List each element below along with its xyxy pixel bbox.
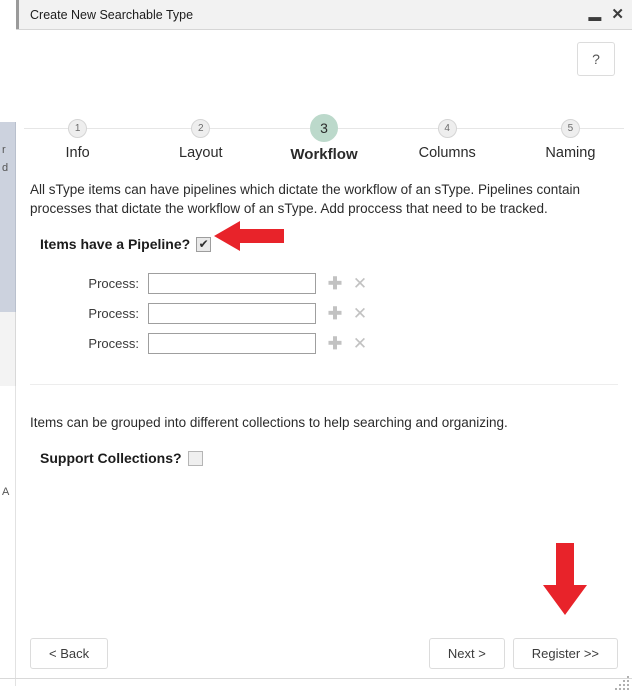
process-input[interactable]: [148, 302, 316, 324]
step-columns[interactable]: 4 Columns: [386, 106, 509, 163]
step-number-2: 2: [191, 119, 211, 138]
collections-description: Items can be grouped into different coll…: [30, 415, 508, 430]
background-ghost-text-2: d: [2, 162, 9, 174]
background-window-top: [0, 0, 16, 140]
process-input[interactable]: [148, 272, 316, 294]
dialog-title: Create New Searchable Type: [30, 7, 194, 22]
dialog-titlebar: Create New Searchable Type ▬ ✕: [16, 0, 632, 30]
step-number-3: 3: [310, 114, 338, 142]
background-ghost-text-3: A: [2, 486, 10, 498]
step-label-workflow: Workflow: [290, 146, 358, 163]
process-row: Process: ✚ ✕: [16, 300, 632, 326]
step-number-1: 1: [68, 119, 88, 138]
window-controls: ▬ ✕: [588, 0, 624, 29]
collections-checkbox-label: Support Collections?: [40, 450, 182, 466]
collections-section: Items can be grouped into different coll…: [16, 413, 632, 466]
resize-grip[interactable]: [615, 676, 629, 690]
pipeline-checkbox-label: Items have a Pipeline?: [40, 236, 191, 252]
wizard-content: All sType items can have pipelines which…: [16, 180, 632, 466]
step-number-4: 4: [437, 119, 457, 138]
pipeline-description: All sType items can have pipelines which…: [30, 182, 581, 216]
step-naming[interactable]: 5 Naming: [509, 106, 632, 163]
help-button[interactable]: ?: [577, 42, 615, 76]
step-label-columns: Columns: [418, 145, 476, 161]
step-layout[interactable]: 2 Layout: [139, 106, 262, 163]
back-button[interactable]: < Back: [30, 638, 109, 669]
step-label-naming: Naming: [545, 145, 596, 161]
step-number-5: 5: [560, 119, 580, 138]
close-icon[interactable]: ✕: [349, 335, 371, 352]
pipeline-checkbox[interactable]: ✔: [196, 236, 212, 252]
process-row: Process: ✚ ✕: [16, 270, 632, 296]
collections-checkbox[interactable]: [187, 450, 203, 466]
background-window: r d A: [0, 0, 16, 693]
background-window-panel-2: [0, 312, 16, 386]
plus-icon[interactable]: ✚: [324, 305, 346, 322]
create-searchable-type-dialog: Create New Searchable Type ▬ ✕ ? 1 Info …: [16, 0, 632, 693]
step-label-layout: Layout: [179, 145, 223, 161]
titlebar-accent: [16, 0, 19, 29]
dialog-body: ? 1 Info 2 Layout 3 Workflow 4 Columns 5…: [16, 30, 632, 693]
process-input[interactable]: [148, 332, 316, 354]
process-label: Process:: [88, 335, 139, 351]
minimize-icon[interactable]: ▬: [588, 10, 601, 23]
background-window-panel: r d: [0, 122, 16, 312]
page-bottom-edge: [0, 678, 632, 679]
dialog-footer: < Back Next > Register >>: [16, 638, 632, 669]
pipeline-checkbox-row: Items have a Pipeline? ✔: [40, 236, 632, 252]
process-label: Process:: [88, 305, 139, 321]
process-label: Process:: [88, 275, 139, 291]
background-ghost-text-1: r: [2, 144, 6, 156]
close-icon[interactable]: ✕: [349, 275, 371, 292]
plus-icon[interactable]: ✚: [324, 275, 346, 292]
close-icon[interactable]: ✕: [611, 7, 624, 22]
next-button[interactable]: Next >: [428, 638, 505, 669]
wizard-stepper: 1 Info 2 Layout 3 Workflow 4 Columns 5 N…: [16, 106, 632, 168]
register-button[interactable]: Register >>: [512, 638, 618, 669]
step-info[interactable]: 1 Info: [16, 106, 139, 163]
process-row: Process: ✚ ✕: [16, 330, 632, 356]
collections-checkbox-row: Support Collections?: [40, 450, 632, 466]
step-label-info: Info: [65, 145, 90, 161]
process-list: Process: ✚ ✕ Process: ✚ ✕ Process: ✚ ✕: [16, 270, 632, 356]
plus-icon[interactable]: ✚: [324, 335, 346, 352]
close-icon[interactable]: ✕: [349, 305, 371, 322]
section-divider: [30, 384, 618, 385]
step-workflow[interactable]: 3 Workflow: [262, 106, 385, 163]
background-window-panel-3: A: [0, 386, 16, 686]
